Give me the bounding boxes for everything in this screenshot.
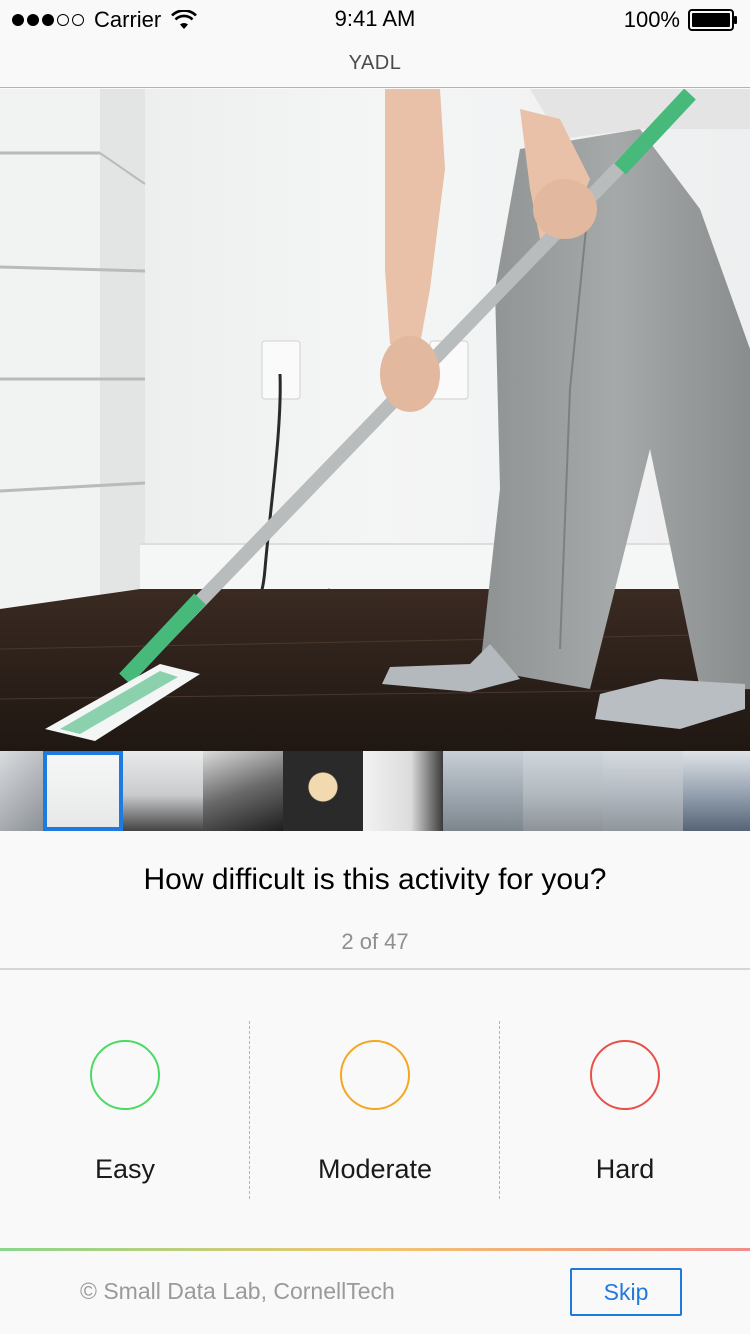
status-bar: Carrier 9:41 AM 100% <box>0 0 750 40</box>
option-easy[interactable]: Easy <box>0 971 250 1249</box>
activity-photo <box>0 89 750 751</box>
thumb-walking-street[interactable] <box>443 751 523 831</box>
question-text: How difficult is this activity for you? <box>143 863 607 896</box>
thumb-laundry[interactable] <box>0 751 43 831</box>
option-easy-label: Easy <box>94 1154 156 1184</box>
thumb-cycling[interactable] <box>683 751 750 831</box>
progress-counter: 2 of 47 <box>341 929 409 954</box>
hard-circle-icon[interactable] <box>590 1040 660 1110</box>
question-area: How difficult is this activity for you? … <box>0 831 750 970</box>
thumb-cooking[interactable] <box>203 751 283 831</box>
moderate-circle-icon[interactable] <box>340 1040 410 1110</box>
battery-percentage: 100% <box>623 7 680 32</box>
battery-icon <box>688 9 738 31</box>
option-hard-label: Hard <box>595 1154 655 1184</box>
thumb-walking-dog[interactable] <box>523 751 603 831</box>
photo-mopping-floor-icon <box>0 89 750 751</box>
thumb-walking-man[interactable] <box>603 751 683 831</box>
thumb-mopping[interactable] <box>43 751 123 831</box>
easy-circle-icon[interactable] <box>90 1040 160 1110</box>
option-moderate[interactable]: Moderate <box>249 971 500 1249</box>
option-hard[interactable]: Hard <box>499 971 750 1249</box>
thumb-bed[interactable] <box>123 751 203 831</box>
status-right: 100% <box>624 6 738 34</box>
footer: © Small Data Lab, CornellTech Skip <box>0 1251 750 1334</box>
difficulty-options: Easy Moderate Hard <box>0 971 750 1249</box>
thumb-tea[interactable] <box>283 751 363 831</box>
copyright-text: © Small Data Lab, CornellTech <box>80 1278 395 1304</box>
skip-button[interactable]: Skip <box>570 1268 682 1316</box>
navigation-bar: YADL <box>0 40 750 88</box>
thumb-laptop-bag[interactable] <box>363 751 443 831</box>
thumbnail-strip <box>0 751 750 831</box>
nav-title: YADL <box>348 52 402 74</box>
option-moderate-label: Moderate <box>317 1154 433 1184</box>
